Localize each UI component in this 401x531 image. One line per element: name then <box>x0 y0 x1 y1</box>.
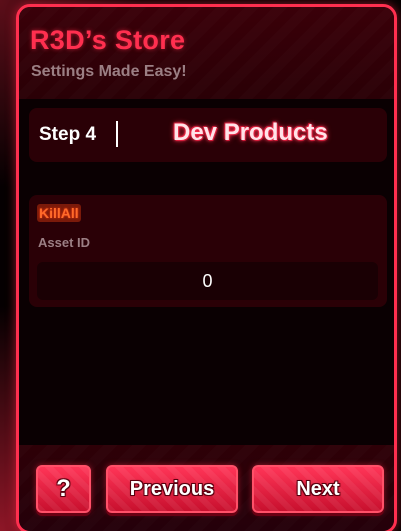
step-divider <box>116 121 118 147</box>
store-panel: R3D’s Store Settings Made Easy! Step 4 D… <box>16 4 397 531</box>
step-title: Dev Products <box>173 119 328 146</box>
store-subtitle: Settings Made Easy! <box>31 63 187 80</box>
dev-product-card: KillAll Asset ID <box>29 195 387 307</box>
step-label: Step 4 <box>39 124 97 145</box>
step-bar: Step 4 Dev Products <box>29 108 387 162</box>
asset-id-label: Asset ID <box>38 235 91 250</box>
help-button[interactable]: ? <box>36 465 91 513</box>
next-button[interactable]: Next <box>252 465 384 513</box>
panel-footer: ? Previous Next <box>19 445 394 531</box>
store-title: R3D’s Store <box>30 25 186 55</box>
product-name-badge: KillAll <box>37 204 81 222</box>
previous-button[interactable]: Previous <box>106 465 238 513</box>
asset-id-input[interactable] <box>37 262 378 300</box>
panel-header: R3D’s Store Settings Made Easy! <box>19 7 394 99</box>
